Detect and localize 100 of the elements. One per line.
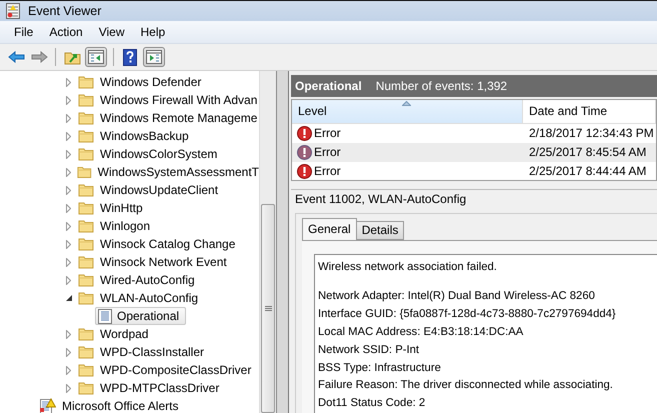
date-time-text: 2/25/2017 8:45:54 AM	[529, 145, 646, 160]
folder-icon	[78, 273, 94, 287]
show-action-pane-icon	[146, 50, 162, 64]
description-line: Failure Reason: The driver disconnected while associating.	[318, 378, 614, 394]
back-arrow-icon	[8, 51, 24, 63]
folder-icon	[78, 93, 94, 107]
tree-item[interactable]: Winsock Catalog Change	[100, 237, 236, 251]
menu-item[interactable]: Help	[132, 25, 174, 39]
log-name: Operational	[295, 78, 362, 93]
tree-item[interactable]: WPD-ClassInstaller	[100, 345, 204, 359]
column-header[interactable]: Level	[292, 100, 523, 124]
tree-item[interactable]: Windows Defender	[100, 75, 202, 89]
app-icon	[6, 3, 20, 19]
description-line: Local MAC Address: E4:B3:18:14:DC:AA	[318, 325, 524, 340]
error-icon	[297, 164, 312, 179]
event-row[interactable]: Error 2/18/2017 12:34:43 PM	[292, 124, 656, 143]
help-icon	[123, 48, 137, 66]
expand-arrow-icon[interactable]	[66, 384, 71, 392]
expand-arrow-icon[interactable]	[66, 168, 71, 176]
tree-item[interactable]: Winsock Network Event	[100, 255, 227, 269]
show-tree-pane-icon	[88, 50, 104, 64]
level-text: Error	[314, 164, 341, 178]
expand-arrow-icon[interactable]	[66, 330, 71, 338]
tree-item[interactable]: WindowsBackup	[100, 129, 189, 143]
folder-icon	[78, 255, 94, 269]
level-text: Error	[314, 145, 341, 160]
tree-item[interactable]: WindowsUpdateClient	[100, 183, 218, 197]
description-line: Network SSID: P-Int	[318, 342, 420, 358]
forward-arrow-icon	[30, 51, 48, 63]
folder-icon	[78, 327, 94, 341]
toolbar-button[interactable]	[120, 47, 140, 67]
column-header[interactable]: Date and Time	[523, 100, 656, 124]
expand-arrow-icon[interactable]	[66, 348, 71, 356]
tree-item[interactable]: Windows Firewall With Advan	[100, 93, 258, 107]
tab[interactable]: General	[302, 218, 357, 240]
tree-item[interactable]: Wordpad	[100, 327, 148, 341]
expand-arrow-icon[interactable]	[66, 366, 71, 374]
tab[interactable]: Details	[356, 220, 404, 240]
toolbar-button[interactable]	[85, 47, 107, 67]
window-title: Event Viewer	[28, 4, 102, 18]
tree-item[interactable]: WindowsSystemAssessmentT	[98, 165, 259, 179]
tree-item[interactable]: WPD-MTPClassDriver	[100, 381, 220, 395]
menu-item[interactable]: File	[6, 25, 42, 39]
folder-icon	[78, 219, 94, 233]
folder-icon	[78, 201, 94, 215]
expand-arrow-icon[interactable]	[66, 78, 71, 86]
event-title: Event 11002, WLAN-AutoConfig	[291, 189, 657, 207]
tree-item[interactable]: WindowsColorSystem	[100, 147, 218, 161]
error-icon	[297, 144, 312, 160]
folder-icon	[78, 237, 94, 251]
scrollbar[interactable]	[259, 71, 276, 413]
tree-item[interactable]: Operational	[95, 307, 186, 325]
expand-arrow-icon[interactable]	[66, 114, 71, 122]
error-icon	[297, 126, 312, 141]
expand-arrow-icon[interactable]	[66, 222, 71, 230]
tree-item[interactable]: WLAN-AutoConfig	[100, 291, 198, 305]
scrollbar-thumb[interactable]	[261, 204, 275, 413]
expand-arrow-icon[interactable]	[66, 96, 71, 104]
toolbar-button[interactable]	[143, 47, 165, 67]
folder-icon	[78, 147, 94, 161]
folder-icon	[78, 345, 94, 359]
expand-arrow-icon[interactable]	[66, 186, 71, 194]
tree-item[interactable]: Winlogon	[100, 219, 150, 233]
description-line: Interface GUID: {5fa0887f-128d-4c73-8880-7c2797694dd4}	[318, 307, 617, 322]
folder-icon	[78, 75, 94, 89]
event-count: Number of events: 1,392	[376, 78, 508, 93]
description-line: BSS Type: Infrastructure	[318, 360, 442, 376]
folder-icon	[78, 381, 94, 395]
folder-icon	[78, 129, 94, 143]
tree-item[interactable]: WinHttp	[100, 201, 143, 215]
folder-icon	[78, 363, 94, 377]
tree-item[interactable]: Wired-AutoConfig	[100, 273, 195, 287]
tree-item[interactable]: Windows Remote Manageme	[100, 111, 258, 125]
folder-icon	[78, 183, 94, 197]
expand-arrow-icon[interactable]	[66, 204, 71, 212]
folder-icon	[78, 291, 94, 305]
sort-arrow-icon	[402, 100, 411, 106]
collapse-arrow-icon[interactable]	[66, 295, 72, 301]
expand-arrow-icon[interactable]	[66, 150, 71, 158]
tree-item[interactable]: WPD-CompositeClassDriver	[100, 363, 252, 377]
description-line: Dot11 Status Code: 2	[318, 396, 426, 412]
folder-icon	[76, 165, 92, 179]
description-line: Wireless network association failed.	[318, 260, 498, 275]
pane-splitter[interactable]	[277, 71, 289, 413]
folder-icon	[78, 111, 94, 125]
menu-item[interactable]: Action	[41, 25, 91, 39]
menu-item[interactable]: View	[90, 25, 132, 39]
date-time-text: 2/25/2017 8:44:44 AM	[529, 164, 646, 178]
event-row[interactable]: Error 2/25/2017 8:44:44 AM	[292, 162, 656, 180]
expand-arrow-icon[interactable]	[66, 276, 71, 284]
level-text: Error	[314, 126, 341, 140]
expand-arrow-icon[interactable]	[66, 132, 71, 140]
event-row[interactable]: Error 2/25/2017 8:45:54 AM	[292, 142, 656, 162]
date-time-text: 2/18/2017 12:34:43 PM	[529, 126, 654, 140]
log-icon	[98, 308, 112, 324]
tree-item[interactable]: Microsoft Office Alerts	[62, 399, 178, 413]
expand-arrow-icon[interactable]	[66, 258, 71, 266]
description-line: Network Adapter: Intel(R) Dual Band Wireless-AC 8260	[318, 289, 596, 304]
folder-up-icon	[64, 50, 80, 64]
expand-arrow-icon[interactable]	[66, 240, 71, 248]
